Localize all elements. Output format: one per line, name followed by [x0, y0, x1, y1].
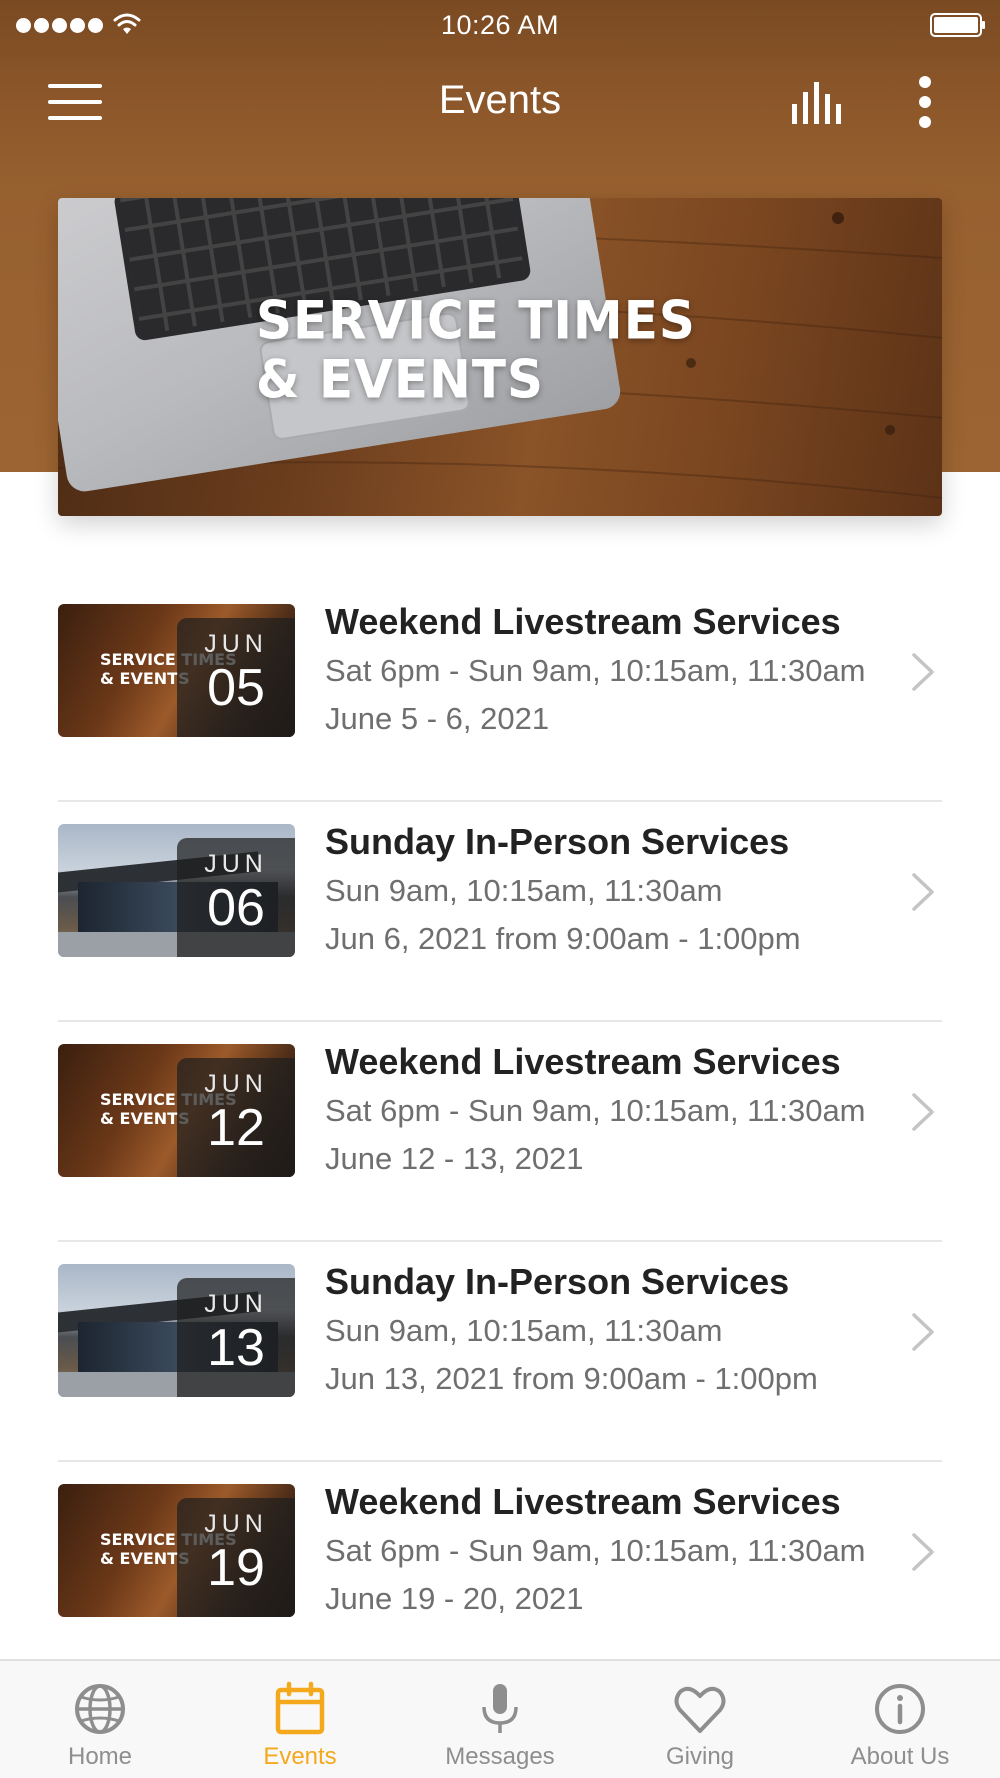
tab-label: Home: [67, 1743, 133, 1770]
tab-label: Events: [263, 1743, 337, 1770]
tab-giving[interactable]: Giving: [600, 1661, 800, 1778]
event-times: Sat 6pm - Sun 9am, 10:15am, 11:30am: [325, 1093, 866, 1128]
event-thumbnail: SERVICE TIMES & EVENTS JUN 12: [58, 1044, 295, 1177]
event-times: Sat 6pm - Sun 9am, 10:15am, 11:30am: [325, 1533, 866, 1568]
calendar-icon: [275, 1681, 325, 1735]
event-list: SERVICE TIMES & EVENTS JUN 05 Weekend Liv…: [58, 582, 942, 1682]
chevron-right-icon: [912, 653, 934, 691]
status-bar: 10:26 AM: [0, 0, 1000, 50]
battery-icon: [930, 13, 985, 37]
event-thumbnail: JUN 06: [58, 824, 295, 957]
chevron-right-icon: [912, 1533, 934, 1571]
event-thumbnail: SERVICE TIMES & EVENTS JUN 19: [58, 1484, 295, 1617]
date-badge: JUN 12: [177, 1058, 295, 1177]
badge-day: 06: [207, 879, 265, 937]
status-time: 10:26 AM: [440, 10, 560, 40]
badge-month: JUN: [204, 1290, 268, 1318]
event-list-item[interactable]: JUN 06 Sunday In-Person Services Sun 9am…: [58, 802, 942, 1022]
event-list-item[interactable]: SERVICE TIMES & EVENTS JUN 12 Weekend Liv…: [58, 1022, 942, 1242]
audio-bars-icon[interactable]: [790, 80, 846, 124]
event-times: Sat 6pm - Sun 9am, 10:15am, 11:30am: [325, 653, 866, 688]
tab-label: About Us: [850, 1743, 950, 1770]
badge-month: JUN: [204, 1510, 268, 1538]
date-badge: JUN 06: [177, 838, 295, 957]
event-list-item[interactable]: SERVICE TIMES & EVENTS JUN 05 Weekend Liv…: [58, 582, 942, 802]
event-dates: June 5 - 6, 2021: [325, 701, 550, 736]
banner-title: SERVICE TIMES & EVENTS: [256, 290, 696, 410]
heart-icon: [674, 1686, 726, 1733]
tab-messages[interactable]: Messages: [400, 1661, 600, 1778]
tab-bar: Home Events Messages Giving About Us: [0, 1659, 1000, 1778]
event-list-item[interactable]: SERVICE TIMES & EVENTS JUN 19 Weekend Liv…: [58, 1462, 942, 1682]
event-times: Sun 9am, 10:15am, 11:30am: [325, 873, 723, 908]
event-title: Weekend Livestream Services: [325, 601, 841, 642]
event-title: Weekend Livestream Services: [325, 1481, 841, 1522]
badge-month: JUN: [204, 1070, 268, 1098]
badge-day: 05: [207, 659, 265, 717]
event-list-item[interactable]: JUN 13 Sunday In-Person Services Sun 9am…: [58, 1242, 942, 1462]
badge-day: 13: [207, 1319, 265, 1377]
chevron-right-icon: [912, 1313, 934, 1351]
tab-label: Giving: [665, 1743, 735, 1770]
date-badge: JUN 05: [177, 618, 295, 737]
event-title: Sunday In-Person Services: [325, 821, 790, 862]
date-badge: JUN 19: [177, 1498, 295, 1617]
badge-month: JUN: [204, 850, 268, 878]
nav-bar: Events: [0, 50, 1000, 154]
badge-day: 12: [207, 1099, 265, 1157]
service-times-banner[interactable]: SERVICE TIMES & EVENTS: [58, 198, 942, 516]
tab-about-us[interactable]: About Us: [800, 1661, 1000, 1778]
event-title: Sunday In-Person Services: [325, 1261, 790, 1302]
chevron-right-icon: [912, 1093, 934, 1131]
event-dates: Jun 13, 2021 from 9:00am - 1:00pm: [325, 1361, 818, 1396]
info-icon: [875, 1684, 925, 1734]
badge-month: JUN: [204, 630, 268, 658]
page-title: Events: [438, 78, 562, 122]
event-thumbnail: JUN 13: [58, 1264, 295, 1397]
tab-events[interactable]: Events: [200, 1661, 400, 1778]
event-title: Weekend Livestream Services: [325, 1041, 841, 1082]
event-dates: Jun 6, 2021 from 9:00am - 1:00pm: [325, 921, 801, 956]
microphone-icon: [482, 1684, 518, 1733]
chevron-right-icon: [912, 873, 934, 911]
event-dates: June 12 - 13, 2021: [325, 1141, 584, 1176]
date-badge: JUN 13: [177, 1278, 295, 1397]
event-times: Sun 9am, 10:15am, 11:30am: [325, 1313, 723, 1348]
badge-day: 19: [207, 1539, 265, 1597]
globe-icon: [75, 1684, 125, 1734]
tab-home[interactable]: Home: [0, 1661, 200, 1778]
event-dates: June 19 - 20, 2021: [325, 1581, 584, 1616]
event-thumbnail: SERVICE TIMES & EVENTS JUN 05: [58, 604, 295, 737]
more-options-icon[interactable]: [910, 76, 940, 128]
tab-label: Messages: [445, 1743, 555, 1770]
